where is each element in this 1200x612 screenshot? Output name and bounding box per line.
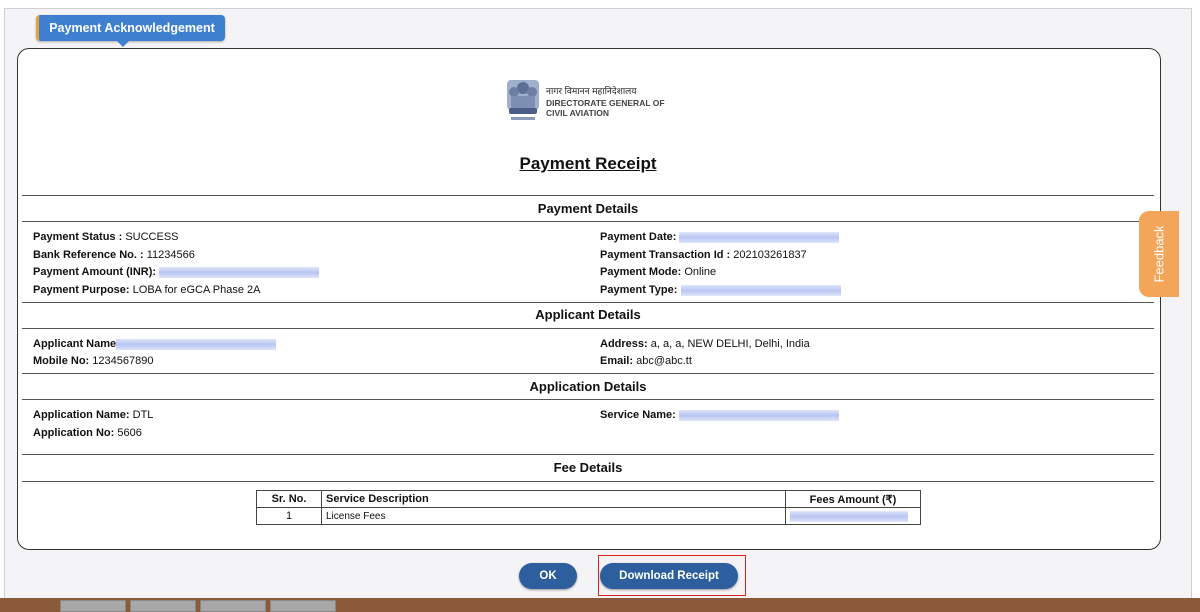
cell-fees-amount xyxy=(785,507,921,525)
download-receipt-button[interactable]: Download Receipt xyxy=(600,563,738,589)
mobile-field: Mobile No: 1234567890 xyxy=(33,355,154,367)
payment-date-field: Payment Date: xyxy=(600,231,840,244)
divider xyxy=(22,328,1154,329)
payment-type-field: Payment Type: xyxy=(600,284,841,297)
divider xyxy=(22,399,1154,400)
email-field: Email: abc@abc.tt xyxy=(600,355,692,367)
cell-sr-no: 1 xyxy=(256,507,322,525)
logo-line1: DIRECTORATE GENERAL OF xyxy=(546,98,665,108)
divider xyxy=(22,195,1154,196)
cell-service-description: License Fees xyxy=(321,507,786,525)
col-header-service-description: Service Description xyxy=(321,490,786,508)
payment-mode-field: Payment Mode: Online xyxy=(600,266,717,278)
feedback-tab[interactable]: Feedback xyxy=(1139,211,1179,297)
logo-line2: CIVIL AVIATION xyxy=(546,108,609,118)
divider xyxy=(22,481,1154,482)
application-name-field: Application Name: DTL xyxy=(33,409,154,421)
feedback-label: Feedback xyxy=(1151,225,1167,283)
redacted-value xyxy=(679,231,840,243)
divider xyxy=(22,373,1154,374)
section-application-details: Application Details xyxy=(529,379,647,394)
taskbar-item[interactable] xyxy=(270,600,336,612)
redacted-value xyxy=(159,266,320,278)
col-header-sr-no: Sr. No. xyxy=(256,490,322,508)
redacted-value xyxy=(680,284,841,296)
taskbar-item[interactable] xyxy=(200,600,266,612)
divider xyxy=(22,221,1154,222)
table-row: 1 License Fees xyxy=(256,507,921,525)
table-header-row: Sr. No. Service Description Fees Amount … xyxy=(256,490,921,508)
applicant-name-field: Applicant Name xyxy=(33,338,277,351)
receipt-title: Payment Receipt xyxy=(519,154,657,173)
payment-transaction-id-field: Payment Transaction Id : 202103261837 xyxy=(600,249,807,261)
payment-purpose-field: Payment Purpose: LOBA for eGCA Phase 2A xyxy=(33,284,261,296)
logo-hindi-text: नागर विमानन महानिदेशालय xyxy=(546,86,637,96)
payment-amount-field: Payment Amount (INR): xyxy=(33,266,320,279)
redacted-value xyxy=(678,409,839,421)
taskbar-item[interactable] xyxy=(130,600,196,612)
tab-payment-acknowledgement[interactable]: Payment Acknowledgement xyxy=(36,15,225,47)
address-field: Address: a, a, a, NEW DELHI, Delhi, Indi… xyxy=(600,338,810,350)
section-payment-details: Payment Details xyxy=(537,201,639,216)
ok-button[interactable]: OK xyxy=(519,563,577,589)
emblem-logo-icon xyxy=(507,80,539,120)
section-fee-details: Fee Details xyxy=(553,460,623,475)
taskbar-item[interactable] xyxy=(60,600,126,612)
bank-reference-field: Bank Reference No. : 11234566 xyxy=(33,249,195,261)
dgca-logo-text: नागर विमानन महानिदेशालय DIRECTORATE GENE… xyxy=(546,86,665,118)
service-name-field: Service Name: xyxy=(600,409,839,422)
section-applicant-details: Applicant Details xyxy=(535,307,641,322)
payment-status-field: Payment Status : SUCCESS xyxy=(33,231,179,243)
fee-table: Sr. No. Service Description Fees Amount … xyxy=(256,490,921,525)
taskbar xyxy=(0,598,1200,612)
application-no-field: Application No: 5606 xyxy=(33,427,142,439)
divider xyxy=(22,302,1154,303)
redacted-value xyxy=(790,510,908,522)
col-header-fees-amount: Fees Amount (₹) xyxy=(785,490,921,508)
divider xyxy=(22,454,1154,455)
redacted-value xyxy=(116,338,277,350)
